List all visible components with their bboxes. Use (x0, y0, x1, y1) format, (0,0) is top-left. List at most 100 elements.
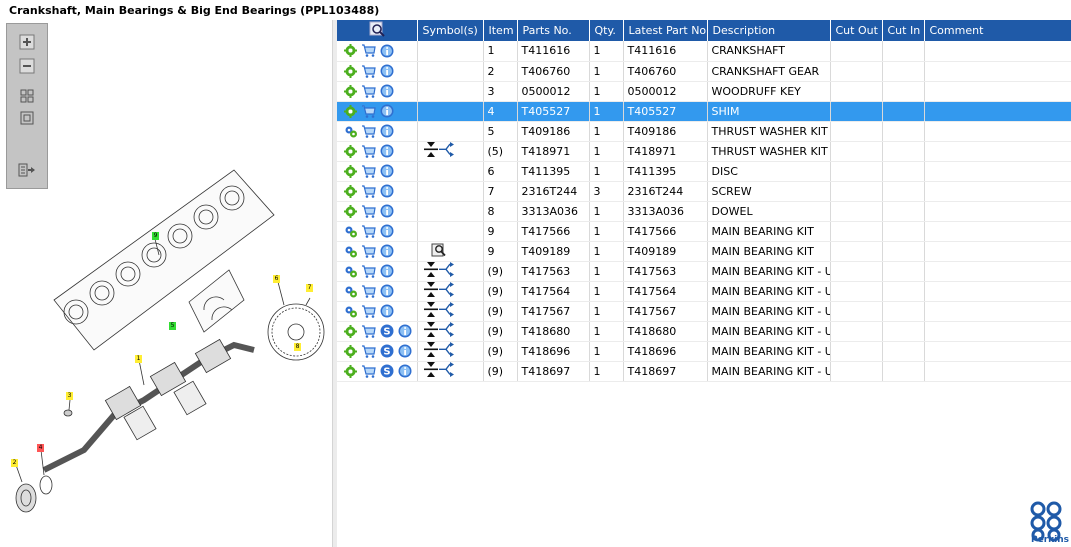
info-icon[interactable] (379, 104, 394, 119)
cart-icon[interactable] (361, 64, 376, 79)
gear-icon[interactable] (343, 144, 358, 159)
cart-icon[interactable] (361, 43, 376, 58)
cart-icon[interactable] (361, 84, 376, 99)
service-icon[interactable]: S (379, 364, 394, 379)
column-header-cut-out[interactable]: Cut Out (830, 20, 883, 41)
fit-page-icon[interactable] (17, 86, 37, 106)
info-icon[interactable] (397, 344, 412, 359)
zoom-out-icon[interactable] (17, 56, 37, 76)
table-row[interactable]: 3 0500012 1 0500012 WOODRUFF KEY (337, 81, 1071, 102)
table-row[interactable]: S(9)T4186971T418697MAIN BEARING KIT - U/… (337, 361, 1071, 382)
kit-gear-icon[interactable] (343, 284, 358, 299)
gear-icon[interactable] (343, 164, 358, 179)
table-row[interactable]: 4 T405527 1 T405527 SHIM (337, 101, 1071, 122)
table-row[interactable]: (9)T4175631T417563MAIN BEARING KIT - U/S (337, 261, 1071, 282)
gear-icon[interactable] (343, 344, 358, 359)
column-header-qty[interactable]: Qty. (589, 20, 624, 41)
cart-icon[interactable] (361, 284, 376, 299)
column-header-latest[interactable]: Latest Part No. (623, 20, 708, 41)
kit-gear-icon[interactable] (343, 304, 358, 319)
cart-icon[interactable] (361, 104, 376, 119)
callout-7[interactable]: 7 (306, 284, 313, 292)
info-icon[interactable] (379, 224, 394, 239)
info-icon[interactable] (379, 264, 394, 279)
cart-icon[interactable] (361, 144, 376, 159)
service-icon[interactable]: S (379, 324, 394, 339)
search-filter-icon[interactable] (369, 21, 385, 37)
info-icon[interactable] (379, 204, 394, 219)
callout-9[interactable]: 9 (152, 232, 159, 240)
gear-icon[interactable] (343, 64, 358, 79)
info-icon[interactable] (379, 244, 394, 259)
gear-icon[interactable] (343, 324, 358, 339)
callout-6[interactable]: 6 (273, 275, 280, 283)
table-row[interactable]: (9)T4175641T417564MAIN BEARING KIT - U/S (337, 281, 1071, 302)
column-header-cut-in[interactable]: Cut In (882, 20, 925, 41)
zoom-in-icon[interactable] (17, 32, 37, 52)
compress-expand-icon[interactable] (422, 342, 456, 357)
info-icon[interactable] (379, 144, 394, 159)
service-icon[interactable]: S (379, 344, 394, 359)
gear-icon[interactable] (343, 204, 358, 219)
column-header-comment[interactable]: Comment (924, 20, 1071, 41)
table-row[interactable]: 8 3313A036 1 3313A036 DOWEL (337, 201, 1071, 222)
table-row[interactable]: S(9)T4186801T418680MAIN BEARING KIT - U/… (337, 321, 1071, 342)
info-icon[interactable] (379, 43, 394, 58)
gear-icon[interactable] (343, 84, 358, 99)
info-icon[interactable] (379, 184, 394, 199)
cart-icon[interactable] (361, 264, 376, 279)
info-icon[interactable] (379, 164, 394, 179)
table-row[interactable]: 9 T417566 1 T417566 MAIN BEARING KIT (337, 221, 1071, 242)
table-row[interactable]: (9)T4175671T417567MAIN BEARING KIT - U/S (337, 301, 1071, 322)
kit-gear-icon[interactable] (343, 224, 358, 239)
callout-1[interactable]: 1 (135, 355, 142, 363)
cart-icon[interactable] (361, 204, 376, 219)
table-row[interactable]: (5)T4189711T418971THRUST WASHER KIT - C (337, 141, 1071, 162)
kit-gear-icon[interactable] (343, 124, 358, 139)
table-row[interactable]: 1 T411616 1 T411616 CRANKSHAFT (337, 41, 1071, 62)
cart-icon[interactable] (361, 304, 376, 319)
compress-expand-icon[interactable] (422, 322, 456, 337)
column-header-actions[interactable] (337, 20, 418, 41)
gear-icon[interactable] (343, 364, 358, 379)
table-row[interactable]: 6 T411395 1 T411395 DISC (337, 161, 1071, 182)
actual-size-icon[interactable] (17, 108, 37, 128)
callout-3[interactable]: 3 (66, 392, 73, 400)
compress-expand-icon[interactable] (422, 142, 456, 157)
column-header-symbols[interactable]: Symbol(s) (417, 20, 484, 41)
cart-icon[interactable] (361, 224, 376, 239)
table-row[interactable]: 2 T406760 1 T406760 CRANKSHAFT GEAR (337, 61, 1071, 82)
kit-gear-icon[interactable] (343, 244, 358, 259)
gear-icon[interactable] (343, 43, 358, 58)
book-search-icon[interactable] (422, 242, 456, 257)
gear-icon[interactable] (343, 184, 358, 199)
info-icon[interactable] (379, 284, 394, 299)
table-row[interactable]: 9 T409189 1 T409189 MAIN BEARING KIT (337, 241, 1071, 262)
cart-icon[interactable] (361, 164, 376, 179)
info-icon[interactable] (397, 324, 412, 339)
compress-expand-icon[interactable] (422, 362, 456, 377)
callout-8[interactable]: 8 (294, 343, 301, 351)
cart-icon[interactable] (361, 244, 376, 259)
compress-expand-icon[interactable] (422, 302, 456, 317)
info-icon[interactable] (397, 364, 412, 379)
table-row[interactable]: S(9)T4186961T418696MAIN BEARING KIT - U/… (337, 341, 1071, 362)
column-header-item[interactable]: Item (483, 20, 518, 41)
kit-gear-icon[interactable] (343, 264, 358, 279)
cart-icon[interactable] (361, 364, 376, 379)
info-icon[interactable] (379, 304, 394, 319)
compress-expand-icon[interactable] (422, 262, 456, 277)
column-header-parts-no[interactable]: Parts No. (517, 20, 590, 41)
exploded-parts-diagram[interactable] (4, 160, 330, 520)
compress-expand-icon[interactable] (422, 282, 456, 297)
info-icon[interactable] (379, 84, 394, 99)
table-row[interactable]: 7 2316T244 3 2316T244 SCREW (337, 181, 1071, 202)
cart-icon[interactable] (361, 124, 376, 139)
callout-5[interactable]: 5 (169, 322, 176, 330)
cart-icon[interactable] (361, 344, 376, 359)
table-row[interactable]: 5 T409186 1 T409186 THRUST WASHER KIT (337, 121, 1071, 142)
column-header-description[interactable]: Description (707, 20, 831, 41)
info-icon[interactable] (379, 64, 394, 79)
gear-icon[interactable] (343, 104, 358, 119)
info-icon[interactable] (379, 124, 394, 139)
